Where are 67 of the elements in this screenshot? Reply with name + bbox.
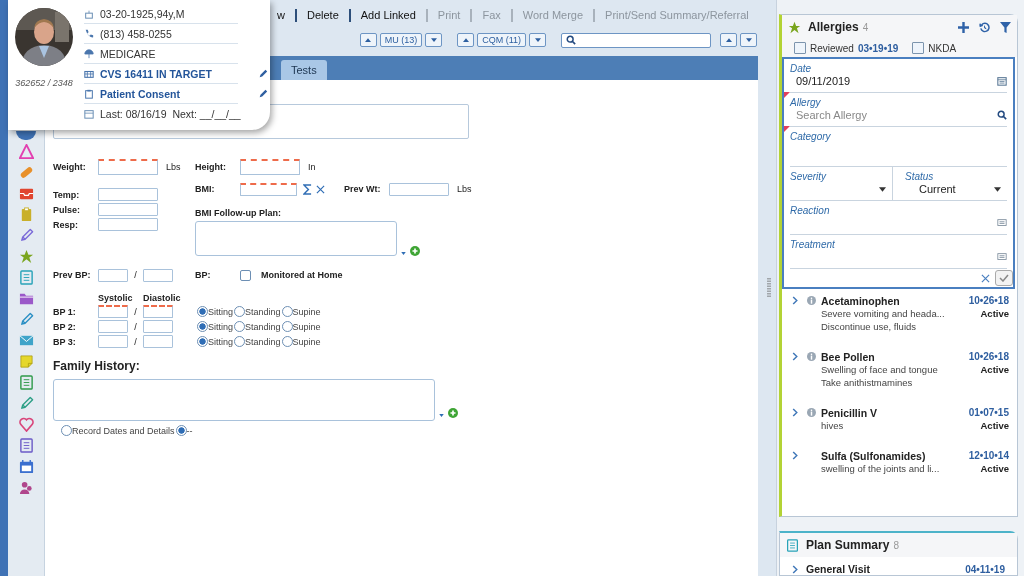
slash-label: / — [133, 306, 138, 317]
field-label: BMI Follow-up Plan: — [195, 208, 282, 218]
birth-date: 03-20-1925,94y,M — [100, 7, 185, 20]
allergy-date: 10•26•18 — [968, 351, 1009, 363]
radio-label: Record Dates and Details — [72, 425, 175, 436]
count-label: 4 — [862, 21, 869, 33]
section-heading: Family History: — [53, 359, 141, 373]
field-label: Category — [790, 131, 832, 142]
allergy-detail: hives — [821, 419, 844, 432]
phone-number: (813) 458-0255 — [100, 27, 172, 40]
status-label: Active — [980, 307, 1009, 321]
radio-label: Standing — [245, 321, 281, 332]
allergy-detail: Take anithistmamines — [821, 376, 914, 389]
allergy-date: 12•10•14 — [968, 450, 1009, 462]
unit-label: Lbs — [457, 184, 472, 194]
insurance-name: MEDICARE — [100, 47, 156, 60]
field-label: Date — [790, 63, 813, 74]
visit-dates: Last: 08/16/19 Next: __/__/__ — [100, 107, 241, 120]
field-label: Prev BP: — [53, 270, 92, 280]
checkbox-label: Monitored at Home — [261, 270, 343, 280]
radio-label: Sitting — [208, 321, 233, 332]
column-header: Diastolic — [143, 293, 182, 303]
checkbox-label: Reviewed — [810, 42, 854, 54]
slash-label: / — [133, 270, 138, 280]
allergy-detail: Discontinue use, fluids — [821, 320, 918, 333]
reviewed-date: 03•19•19 — [857, 42, 899, 54]
field-label: BP 3: — [53, 336, 77, 347]
plan-date: 04•11•19 — [965, 563, 1005, 575]
field-label: Temp: — [53, 189, 81, 200]
field-label: Reaction — [790, 205, 831, 216]
radio-label: Sitting — [208, 306, 233, 317]
slash-label: / — [133, 336, 138, 347]
status-label: Active — [980, 419, 1009, 432]
field-label: BP 2: — [53, 321, 77, 332]
status-label: Active — [980, 462, 1009, 475]
radio-label: Supine — [292, 321, 321, 332]
column-header: Systolic — [98, 293, 134, 303]
allergy-date: 10•26•18 — [968, 295, 1009, 307]
status-label: Active — [980, 363, 1009, 377]
field-label: BP: — [195, 270, 212, 280]
allergy-detail: swelling of the joints and li... — [821, 462, 940, 475]
panel-title: Allergies — [808, 20, 859, 34]
radio-label: -- — [186, 425, 193, 436]
field-label: Height: — [195, 162, 227, 172]
unit-label: Lbs — [166, 162, 181, 172]
slash-label: / — [133, 321, 138, 332]
allergy-date: 01•07•15 — [968, 407, 1009, 419]
radio-label: Supine — [292, 336, 321, 347]
allergy-detail: Severe vomiting and heada... — [821, 307, 945, 320]
field-label: Resp: — [53, 219, 79, 230]
unit-label: In — [308, 162, 316, 172]
radio-label: Standing — [245, 336, 281, 347]
count-label: 8 — [893, 539, 899, 551]
radio-label: Standing — [245, 306, 281, 317]
field-label: BP 1: — [53, 306, 77, 317]
field-label: Weight: — [53, 162, 87, 172]
field-label: Pulse: — [53, 204, 81, 215]
field-label: Prev Wt: — [344, 184, 382, 194]
field-label: BMI: — [195, 184, 216, 194]
field-label: Allergy — [790, 97, 822, 108]
allergy-detail: Swelling of face and tongue — [821, 363, 938, 376]
panel-title: Plan Summary — [806, 538, 890, 552]
field-label: Treatment — [790, 239, 836, 250]
checkbox-label: NKDA — [928, 42, 957, 54]
radio-label: Supine — [292, 306, 321, 317]
patient-id: 362652 / 2348 — [15, 78, 73, 88]
radio-label: Sitting — [208, 336, 233, 347]
